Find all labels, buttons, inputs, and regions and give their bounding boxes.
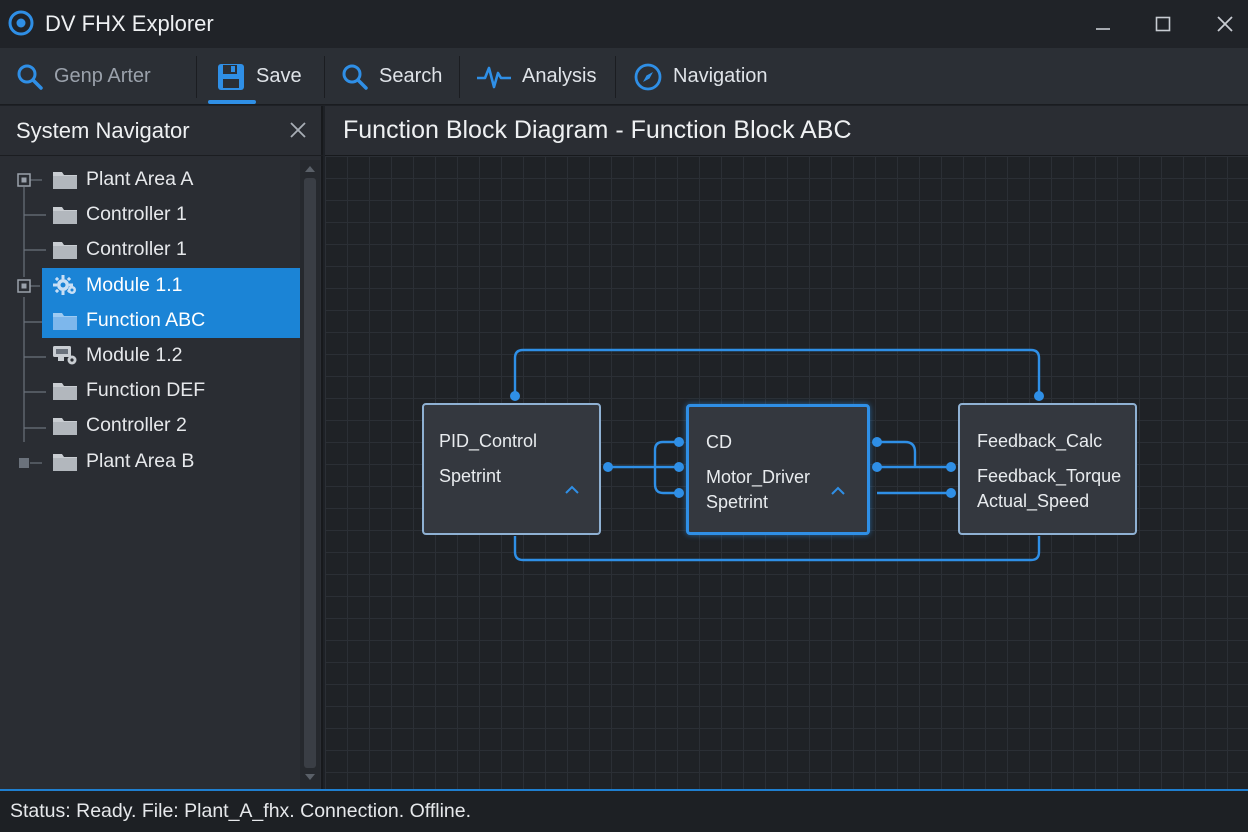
block-name: Feedback_Calc <box>977 431 1103 451</box>
block-param: Spetrint <box>439 466 502 486</box>
analysis-label: Analysis <box>522 65 597 87</box>
wire-pid-motor-lower <box>653 467 679 495</box>
folder-icon <box>53 172 77 189</box>
chevron-up-icon[interactable] <box>830 486 846 496</box>
gear-icon <box>53 275 76 295</box>
toolbar-divider <box>459 56 460 98</box>
port-feedback-top <box>1034 391 1044 401</box>
tree-item-controller-1-b[interactable]: Controller 1 <box>0 232 300 267</box>
scroll-down-icon[interactable] <box>304 772 316 782</box>
active-tool-indicator <box>208 100 256 104</box>
tree-item-module-1-2[interactable]: Module 1.2 <box>0 338 300 373</box>
tree-item-plant-area-b[interactable]: Plant Area B <box>0 444 300 479</box>
folder-icon <box>53 418 77 435</box>
status-bar: Status: Ready. File: Plant_A_fhx. Connec… <box>0 789 1248 832</box>
block-output: Feedback_Torque <box>977 466 1122 486</box>
save-icon <box>218 63 244 90</box>
port-feedback-in-2 <box>946 488 956 498</box>
diagram-canvas[interactable]: PID_Control Spetrint CD Motor_Driver Spe… <box>325 156 1248 789</box>
toolbar-divider <box>196 56 197 98</box>
navigation-button[interactable]: Navigation <box>633 48 768 105</box>
port-pid-out <box>603 462 613 472</box>
port-motor-out-2 <box>872 462 882 472</box>
close-icon <box>1217 16 1233 32</box>
function-block-feedback-calc[interactable]: Feedback_Calc Feedback_Torque Actual_Spe… <box>958 403 1137 535</box>
app-logo-icon <box>8 10 34 36</box>
compass-icon <box>634 63 662 90</box>
scroll-thumb[interactable] <box>304 178 316 768</box>
folder-icon <box>53 313 77 330</box>
maximize-button[interactable] <box>1143 6 1183 42</box>
function-block-motor-driver[interactable]: CD Motor_Driver Spetrint <box>686 404 870 535</box>
tree-item-function-abc[interactable]: Function ABC <box>42 303 300 338</box>
navigator-header: System Navigator <box>0 106 323 156</box>
title-bar: DV FHX Explorer <box>0 0 1248 48</box>
tree-item-controller-1[interactable]: Controller 1 <box>0 197 300 232</box>
navigator-tree: Plant Area A Controller 1 Controller 1 M… <box>0 162 300 784</box>
toolbar-genp-arter[interactable]: Genp Arter <box>16 48 151 105</box>
tree-item-label: Controller 1 <box>86 238 187 260</box>
search-button[interactable]: Search <box>341 48 442 105</box>
block-prefix: CD <box>706 432 732 452</box>
port-motor-out-1 <box>872 437 882 447</box>
search-icon <box>342 64 368 90</box>
tree-item-plant-area-a[interactable]: Plant Area A <box>0 162 300 197</box>
port-feedback-in-1 <box>946 462 956 472</box>
close-button[interactable] <box>1205 6 1245 42</box>
chevron-up-icon[interactable] <box>564 485 580 495</box>
port-motor-in-2 <box>674 462 684 472</box>
diagram-header: Function Block Diagram - Function Block … <box>325 106 1248 156</box>
close-panel-icon[interactable] <box>286 118 310 142</box>
tree-item-label: Controller 2 <box>86 414 187 436</box>
tree-item-controller-2[interactable]: Controller 2 <box>0 408 300 443</box>
search-label: Search <box>379 65 443 87</box>
diagram-title: Function Block Diagram - Function Block … <box>343 116 852 144</box>
folder-icon <box>53 207 77 224</box>
tree-item-label: Controller 1 <box>86 203 187 225</box>
folder-icon <box>53 454 77 471</box>
save-label: Save <box>256 65 302 87</box>
tree-item-label: Module 1.2 <box>86 344 183 366</box>
block-output: Actual_Speed <box>977 491 1090 511</box>
navigation-label: Navigation <box>673 65 768 87</box>
window-title: DV FHX Explorer <box>45 11 214 36</box>
search-icon <box>17 64 43 90</box>
folder-icon <box>53 242 77 259</box>
minimize-button[interactable] <box>1083 6 1123 42</box>
toolbar-genp-arter-label: Genp Arter <box>54 65 151 87</box>
save-button[interactable]: Save <box>216 48 302 105</box>
status-text: Status: Ready. File: Plant_A_fhx. Connec… <box>10 800 472 822</box>
system-navigator-panel: System Navigator Plant Area A Controller… <box>0 106 323 789</box>
folder-icon <box>53 383 77 400</box>
tree-item-label: Plant Area B <box>86 450 195 472</box>
tree-item-module-1-1[interactable]: Module 1.1 <box>42 268 300 303</box>
tree-item-label: Function DEF <box>86 379 206 401</box>
port-motor-in-1 <box>674 437 684 447</box>
pulse-icon <box>477 66 511 88</box>
toolbar-divider <box>324 56 325 98</box>
scroll-up-icon[interactable] <box>304 164 316 174</box>
module-icon <box>53 346 77 365</box>
function-block-pid-control[interactable]: PID_Control Spetrint <box>422 403 601 535</box>
wire-motor-feedback-1 <box>877 440 917 467</box>
toolbar: Genp Arter Save Search Analysis Navigati… <box>0 48 1248 105</box>
analysis-button[interactable]: Analysis <box>476 48 596 105</box>
wire-pid-motor-upper <box>653 440 679 467</box>
navigator-scrollbar[interactable] <box>300 160 320 788</box>
wire-bottom-loop <box>513 536 1041 562</box>
minimize-icon <box>1096 28 1110 30</box>
navigator-title: System Navigator <box>16 118 190 143</box>
wire-top-loop <box>513 348 1041 396</box>
block-name: PID_Control <box>439 431 538 451</box>
block-param: Spetrint <box>706 492 769 512</box>
tree-item-function-def[interactable]: Function DEF <box>0 373 300 408</box>
toolbar-divider <box>615 56 616 98</box>
tree-item-label: Module 1.1 <box>86 274 183 296</box>
tree-item-label: Function ABC <box>86 309 206 331</box>
maximize-icon <box>1155 16 1171 32</box>
port-motor-in-3 <box>674 488 684 498</box>
block-name: Motor_Driver <box>706 467 811 487</box>
port-pid-top <box>510 391 520 401</box>
tree-item-label: Plant Area A <box>86 168 194 190</box>
